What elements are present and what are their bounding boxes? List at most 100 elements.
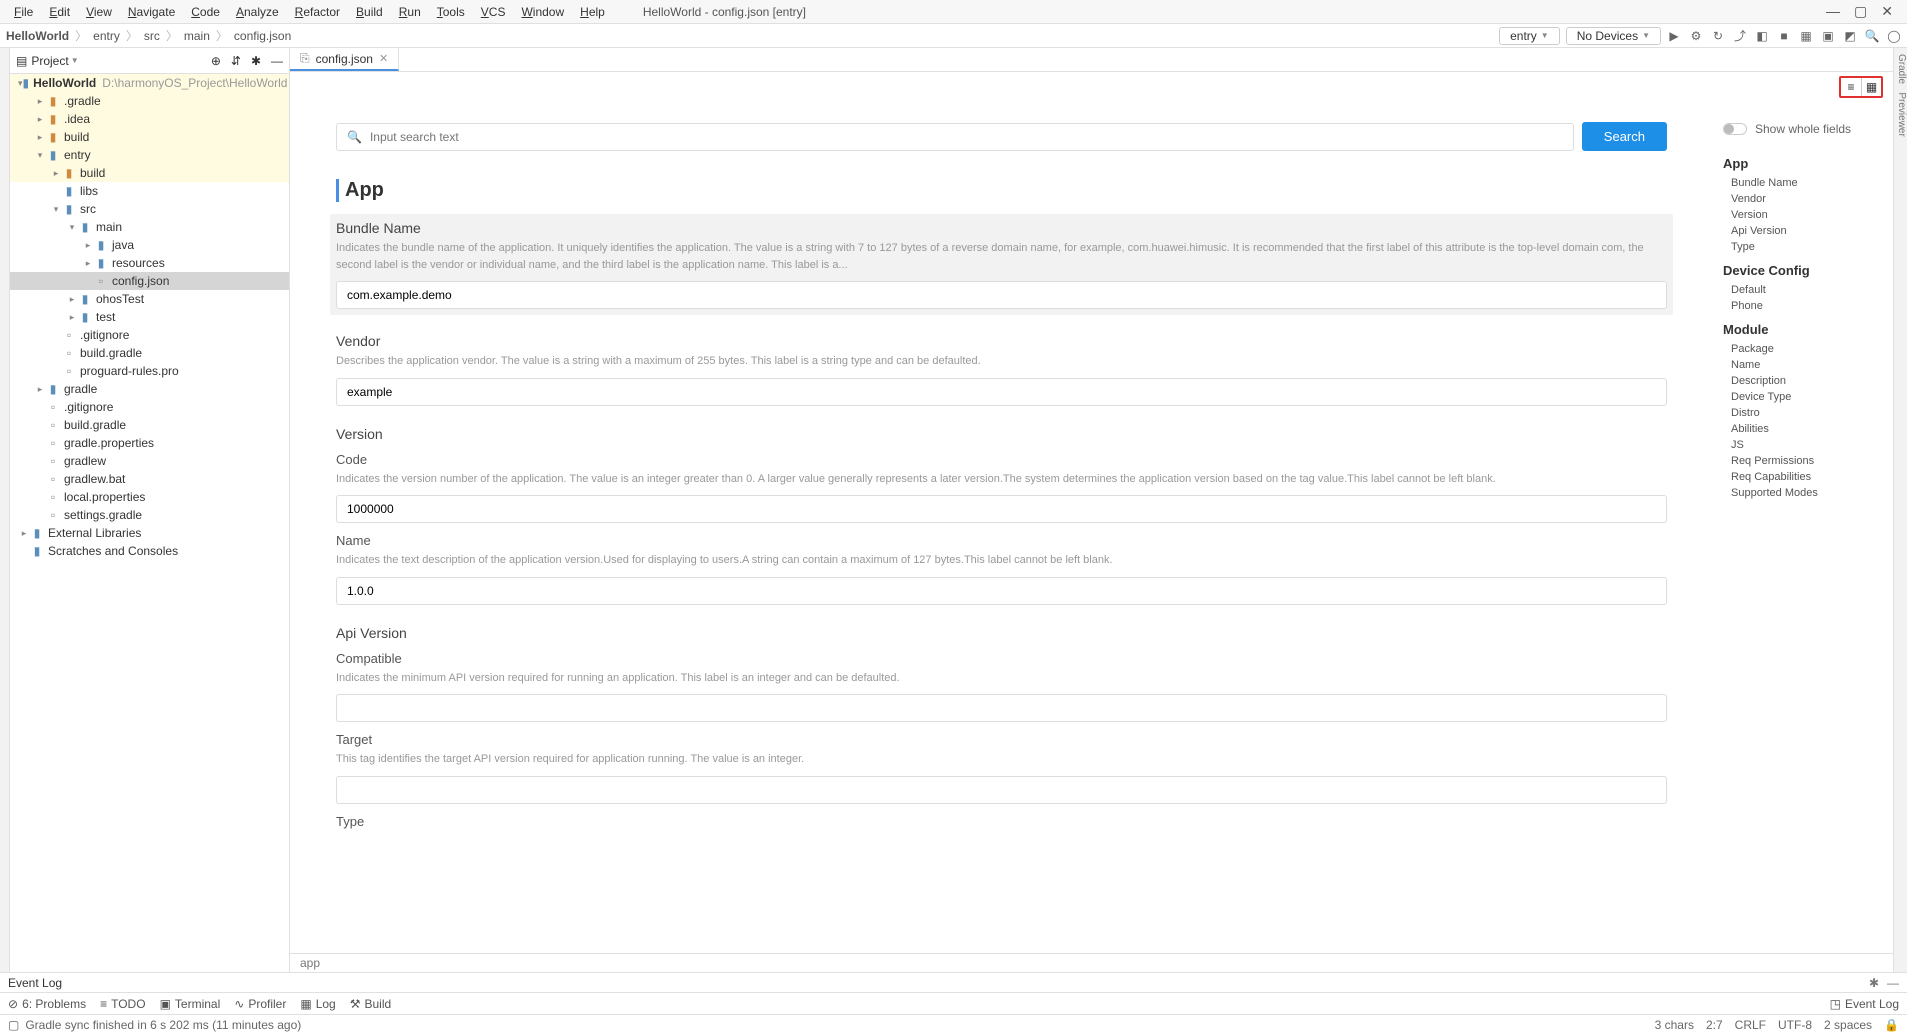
tree-.gitignore[interactable]: ▫.gitignore — [10, 398, 289, 416]
nav-item-package[interactable]: Package — [1723, 341, 1883, 357]
gear-icon[interactable]: ✱ — [1869, 976, 1879, 990]
close-tab-icon[interactable]: ✕ — [379, 52, 388, 65]
nav-item-api-version[interactable]: Api Version — [1723, 223, 1883, 239]
tree-ohosTest[interactable]: ▸▮ohosTest — [10, 290, 289, 308]
tree-gradle.properties[interactable]: ▫gradle.properties — [10, 434, 289, 452]
search-input[interactable] — [370, 130, 1563, 144]
minimize-gutter-icon[interactable]: — — [1887, 976, 1899, 990]
chevron-icon[interactable]: ▾ — [66, 222, 78, 233]
tool--problems[interactable]: ⊘6: Problems — [8, 997, 86, 1011]
crumb-config.json[interactable]: config.json — [234, 29, 291, 43]
tree-settings.gradle[interactable]: ▫settings.gradle — [10, 506, 289, 524]
nav-item-js[interactable]: JS — [1723, 437, 1883, 453]
menu-view[interactable]: View — [78, 3, 120, 21]
visual-view-icon[interactable]: ▦ — [1861, 78, 1881, 96]
chevron-icon[interactable]: ▸ — [66, 312, 78, 323]
tool-log[interactable]: ▦Log — [300, 997, 335, 1011]
tree-entry[interactable]: ▾▮entry — [10, 146, 289, 164]
minimize-icon[interactable]: — — [1826, 3, 1840, 20]
menu-run[interactable]: Run — [391, 3, 429, 21]
nav-section-module[interactable]: Module — [1723, 322, 1883, 337]
run-icon[interactable]: ▶ — [1667, 29, 1681, 43]
tree-libs[interactable]: ▮libs — [10, 182, 289, 200]
crumb-HelloWorld[interactable]: HelloWorld — [6, 29, 69, 43]
chevron-icon[interactable]: ▸ — [34, 132, 46, 143]
lock-icon[interactable]: 🔒 — [1884, 1018, 1899, 1032]
status-position[interactable]: 2:7 — [1706, 1018, 1723, 1032]
project-tree[interactable]: ▾▮HelloWorldD:\harmonyOS_Project\HelloWo… — [10, 74, 289, 972]
nav-item-type[interactable]: Type — [1723, 239, 1883, 255]
api-compatible-input[interactable] — [336, 694, 1667, 722]
tree-config.json[interactable]: ▫config.json — [10, 272, 289, 290]
tree-resources[interactable]: ▸▮resources — [10, 254, 289, 272]
close-icon[interactable]: ✕ — [1881, 3, 1893, 20]
tree-build[interactable]: ▸▮build — [10, 128, 289, 146]
menu-help[interactable]: Help — [572, 3, 613, 21]
nav-item-version[interactable]: Version — [1723, 207, 1883, 223]
tree-gradle[interactable]: ▸▮gradle — [10, 380, 289, 398]
project-dropdown[interactable]: Project — [31, 54, 68, 68]
tree-.gradle[interactable]: ▸▮.gradle — [10, 92, 289, 110]
menu-refactor[interactable]: Refactor — [287, 3, 348, 21]
menu-edit[interactable]: Edit — [41, 3, 78, 21]
tree-gradlew.bat[interactable]: ▫gradlew.bat — [10, 470, 289, 488]
menu-build[interactable]: Build — [348, 3, 391, 21]
nav-item-bundle-name[interactable]: Bundle Name — [1723, 175, 1883, 191]
search-button[interactable]: Search — [1582, 122, 1667, 151]
menu-window[interactable]: Window — [513, 3, 572, 21]
coverage-icon[interactable]: ↻ — [1711, 29, 1725, 43]
search-everywhere-icon[interactable]: 🔍 — [1865, 29, 1879, 43]
tool-todo[interactable]: ≡TODO — [100, 997, 145, 1011]
chevron-icon[interactable]: ▸ — [34, 114, 46, 125]
version-name-input[interactable] — [336, 577, 1667, 605]
tree-build.gradle[interactable]: ▫build.gradle — [10, 344, 289, 362]
event-log-label[interactable]: Event Log — [8, 976, 62, 990]
crumb-src[interactable]: src — [144, 29, 160, 43]
profile-icon[interactable]: ⤴ — [1733, 29, 1747, 43]
chevron-icon[interactable]: ▸ — [50, 168, 62, 179]
nav-item-phone[interactable]: Phone — [1723, 298, 1883, 314]
crumb-entry[interactable]: entry — [93, 29, 120, 43]
left-stripe[interactable] — [0, 48, 10, 972]
tree-.idea[interactable]: ▸▮.idea — [10, 110, 289, 128]
nav-item-default[interactable]: Default — [1723, 282, 1883, 298]
tree-java[interactable]: ▸▮java — [10, 236, 289, 254]
settings-icon[interactable]: ✱ — [251, 54, 261, 68]
view-mode-toggle[interactable]: ≡ ▦ — [1839, 76, 1883, 98]
account-icon[interactable]: ◯ — [1887, 29, 1901, 43]
nav-item-req-capabilities[interactable]: Req Capabilities — [1723, 469, 1883, 485]
chevron-icon[interactable]: ▸ — [82, 240, 94, 251]
sync-icon[interactable]: ▦ — [1799, 29, 1813, 43]
run-config-selector[interactable]: entry▼ — [1499, 27, 1560, 45]
tree-test[interactable]: ▸▮test — [10, 308, 289, 326]
chevron-icon[interactable]: ▸ — [34, 384, 46, 395]
menu-navigate[interactable]: Navigate — [120, 3, 183, 21]
nav-section-device-config[interactable]: Device Config — [1723, 263, 1883, 278]
menu-tools[interactable]: Tools — [429, 3, 473, 21]
tree-build.gradle[interactable]: ▫build.gradle — [10, 416, 289, 434]
tree-src[interactable]: ▾▮src — [10, 200, 289, 218]
nav-item-vendor[interactable]: Vendor — [1723, 191, 1883, 207]
chevron-icon[interactable]: ▸ — [82, 258, 94, 269]
status-encoding[interactable]: UTF-8 — [1778, 1018, 1812, 1032]
bundle-name-input[interactable] — [336, 281, 1667, 309]
attach-icon[interactable]: ◧ — [1755, 29, 1769, 43]
tree-External Libraries[interactable]: ▸▮External Libraries — [10, 524, 289, 542]
chevron-icon[interactable]: ▸ — [18, 528, 30, 539]
right-stripe[interactable]: Gradle Previewer — [1893, 48, 1907, 972]
nav-item-description[interactable]: Description — [1723, 373, 1883, 389]
nav-item-abilities[interactable]: Abilities — [1723, 421, 1883, 437]
chevron-icon[interactable]: ▸ — [34, 96, 46, 107]
tool-event-log[interactable]: ◳Event Log — [1830, 997, 1899, 1011]
tool-terminal[interactable]: ▣Terminal — [160, 997, 221, 1011]
show-whole-fields-toggle[interactable]: Show whole fields — [1723, 122, 1883, 136]
debug-icon[interactable]: ⚙ — [1689, 29, 1703, 43]
tree-.gitignore[interactable]: ▫.gitignore — [10, 326, 289, 344]
nav-item-supported-modes[interactable]: Supported Modes — [1723, 485, 1883, 501]
device-selector[interactable]: No Devices▼ — [1566, 27, 1661, 45]
tree-main[interactable]: ▾▮main — [10, 218, 289, 236]
sdk-icon[interactable]: ◩ — [1843, 29, 1857, 43]
tool-build[interactable]: ⚒Build — [350, 997, 391, 1011]
status-indent[interactable]: 2 spaces — [1824, 1018, 1872, 1032]
menu-code[interactable]: Code — [183, 3, 228, 21]
